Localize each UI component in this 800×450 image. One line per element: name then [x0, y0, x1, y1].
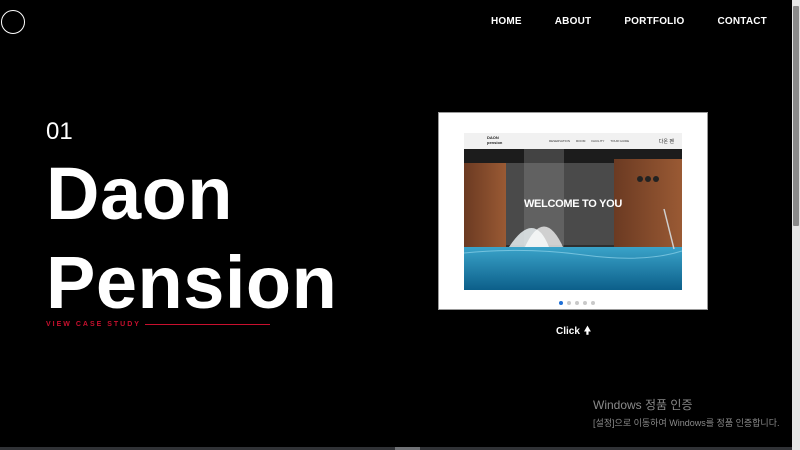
project-index: 01: [46, 118, 73, 145]
nav-about[interactable]: ABOUT: [555, 16, 592, 27]
watermark-title: Windows 정품 인증: [593, 398, 693, 412]
slide-dot-1[interactable]: [559, 301, 563, 305]
nav-contact[interactable]: CONTACT: [717, 16, 767, 27]
preview-site-menu: RESERVATION ROOM FACILITY TOUR GUIDE: [549, 139, 630, 143]
preview-headline: WELCOME TO YOU: [523, 198, 623, 210]
slide-dot-2[interactable]: [567, 301, 571, 305]
project-title-line2: Pension: [46, 241, 338, 324]
click-button[interactable]: Click 🠝: [556, 322, 591, 341]
project-preview-frame[interactable]: DAON pension RESERVATION ROOM FACILITY T…: [438, 112, 708, 310]
vertical-scrollbar-thumb[interactable]: [793, 6, 799, 226]
nav-home[interactable]: HOME: [491, 16, 522, 27]
windows-activation-watermark: Windows 정품 인증 [설정]으로 이동하여 Windows를 정품 인증…: [593, 396, 780, 429]
preview-site-header: DAON pension RESERVATION ROOM FACILITY T…: [464, 133, 682, 149]
preview-site-korean-mark: 다온 펜: [658, 139, 674, 145]
logo-circle-icon[interactable]: [1, 10, 25, 34]
arrow-up-icon: 🠝: [583, 325, 592, 337]
pool-waterfall-image: [464, 149, 682, 290]
case-study-underline: [144, 324, 270, 325]
watermark-subtitle: [설정]으로 이동하여 Windows를 정품 인증합니다.: [593, 418, 780, 428]
slide-dot-3[interactable]: [575, 301, 579, 305]
preview-screenshot: DAON pension RESERVATION ROOM FACILITY T…: [464, 133, 682, 290]
slide-dot-4[interactable]: [583, 301, 587, 305]
project-title-line1: Daon: [46, 152, 233, 235]
preview-site-brand: DAON pension: [487, 135, 503, 145]
page: HOME ABOUT PORTFOLIO CONTACT 01 Daon Pen…: [0, 0, 792, 450]
view-case-study-link[interactable]: VIEW CASE STUDY: [46, 321, 270, 328]
vertical-scrollbar[interactable]: [792, 0, 800, 450]
case-study-label[interactable]: VIEW CASE STUDY: [46, 321, 141, 328]
slide-indicators: [559, 301, 595, 305]
slide-dot-5[interactable]: [591, 301, 595, 305]
top-nav: HOME ABOUT PORTFOLIO CONTACT: [458, 16, 767, 27]
nav-portfolio[interactable]: PORTFOLIO: [624, 16, 684, 27]
click-label[interactable]: Click: [556, 326, 580, 337]
